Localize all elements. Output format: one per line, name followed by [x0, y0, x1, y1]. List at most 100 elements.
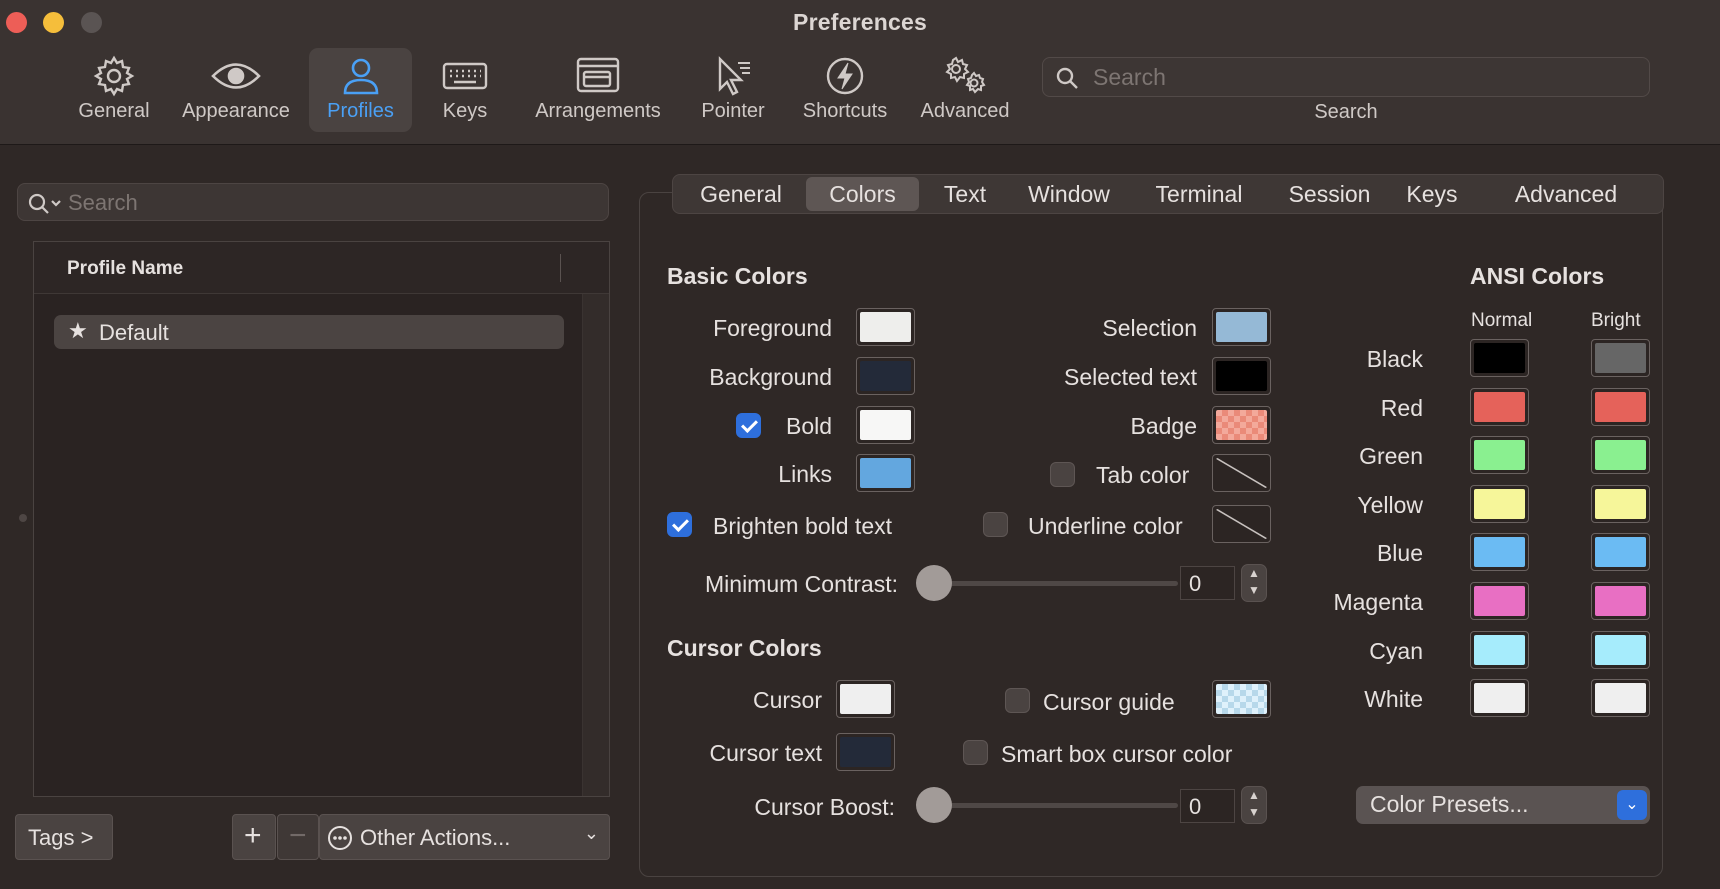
preferences-search-input[interactable]	[1093, 62, 1633, 92]
cursor-boost-label: Cursor Boost:	[754, 794, 895, 820]
ansi-green-bright-color-well[interactable]	[1591, 436, 1650, 474]
ansi-yellow-label: Yellow	[1357, 492, 1423, 518]
ansi-black-bright-color-well[interactable]	[1591, 339, 1650, 377]
smart-box-cursor-checkbox[interactable]	[963, 740, 988, 765]
ansi-white-bright-color-well[interactable]	[1591, 679, 1650, 717]
links-swatch	[860, 458, 911, 488]
underline-color-well[interactable]	[1212, 505, 1271, 543]
ansi-green-label: Green	[1359, 443, 1423, 469]
cursor-boost-slider[interactable]	[920, 803, 1178, 808]
toolbar-pointer[interactable]: Pointer	[693, 48, 773, 132]
ansi-cyan-label: Cyan	[1369, 638, 1423, 664]
tab-general[interactable]: General	[687, 177, 795, 211]
minus-icon: −	[289, 819, 307, 852]
cursor-boost-slider-knob[interactable]	[916, 787, 952, 823]
tab-color-checkbox[interactable]	[1050, 462, 1075, 487]
minimum-contrast-field[interactable]: 0	[1180, 566, 1235, 600]
basic-colors-heading: Basic Colors	[667, 263, 808, 289]
toolbar-general[interactable]: General	[70, 48, 158, 132]
ansi-black-normal-color-well[interactable]	[1470, 339, 1529, 377]
ansi-magenta-bright-color-well[interactable]	[1591, 582, 1650, 620]
ansi-yellow-bright-color-well[interactable]	[1591, 485, 1650, 523]
brighten-bold-checkbox[interactable]	[667, 512, 692, 537]
background-swatch	[860, 361, 911, 391]
cursor-boost-field[interactable]: 0	[1180, 789, 1235, 823]
profile-row-default[interactable]: ★ Default	[54, 315, 564, 349]
toolbar-advanced-label: Advanced	[920, 100, 1010, 122]
add-profile-button[interactable]: +	[232, 814, 276, 860]
toolbar-shortcuts[interactable]: Shortcuts	[795, 48, 895, 132]
minimum-contrast-slider[interactable]	[920, 581, 1178, 586]
ansi-blue-normal-swatch	[1474, 537, 1525, 567]
tab-color-well[interactable]	[1212, 454, 1271, 492]
ansi-blue-label: Blue	[1376, 540, 1423, 566]
column-header-profile-name[interactable]: Profile Name	[67, 258, 183, 280]
toolbar-appearance[interactable]: Appearance	[174, 48, 298, 132]
cursor-guide-checkbox[interactable]	[1005, 688, 1030, 713]
cursor-guide-color-well[interactable]	[1212, 680, 1271, 718]
selection-label: Selection	[1102, 315, 1197, 341]
windows-icon	[525, 55, 671, 97]
selection-swatch	[1216, 312, 1267, 342]
background-color-well[interactable]	[856, 357, 915, 395]
bold-label: Bold	[786, 413, 833, 439]
links-color-well[interactable]	[856, 454, 915, 492]
tab-advanced[interactable]: Advanced	[1481, 177, 1651, 211]
tab-terminal[interactable]: Terminal	[1134, 177, 1264, 211]
ansi-magenta-normal-color-well[interactable]	[1470, 582, 1529, 620]
bolt-icon	[795, 55, 895, 97]
ansi-white-normal-swatch	[1474, 683, 1525, 713]
profile-tabs: General Colors Text Window Terminal Sess…	[672, 174, 1664, 214]
toolbar-keys[interactable]: Keys	[428, 48, 502, 132]
remove-profile-button[interactable]: −	[277, 814, 319, 860]
ansi-red-bright-color-well[interactable]	[1591, 388, 1650, 426]
ansi-white-normal-color-well[interactable]	[1470, 679, 1529, 717]
tab-keys[interactable]: Keys	[1395, 177, 1469, 211]
tags-button-label: Tags >	[28, 825, 94, 850]
badge-color-well[interactable]	[1212, 406, 1271, 444]
split-view-handle[interactable]	[19, 514, 27, 522]
cursor-boost-stepper[interactable]: ▲ ▼	[1241, 786, 1267, 824]
selection-color-well[interactable]	[1212, 308, 1271, 346]
ansi-cyan-normal-swatch	[1474, 635, 1525, 665]
selected-text-color-well[interactable]	[1212, 357, 1271, 395]
chevron-down-icon: ⌄	[1617, 790, 1647, 820]
search-caption: Search	[1314, 101, 1378, 123]
other-actions-menu[interactable]: Other Actions... ⌄	[319, 814, 610, 860]
profile-search-input[interactable]	[68, 188, 588, 218]
column-divider	[560, 254, 561, 282]
toolbar-profiles[interactable]: Profiles	[309, 48, 412, 132]
tab-window[interactable]: Window	[1013, 177, 1125, 211]
tab-color-label: Tab color	[1096, 462, 1190, 488]
toolbar-arrangements[interactable]: Arrangements	[525, 48, 671, 132]
underline-color-checkbox[interactable]	[983, 512, 1008, 537]
minimum-contrast-stepper[interactable]: ▲ ▼	[1241, 564, 1267, 602]
ansi-yellow-normal-color-well[interactable]	[1470, 485, 1529, 523]
ansi-blue-normal-color-well[interactable]	[1470, 533, 1529, 571]
cursor-color-well[interactable]	[836, 680, 895, 718]
ansi-cyan-normal-color-well[interactable]	[1470, 631, 1529, 669]
person-icon	[309, 55, 412, 97]
ansi-cyan-bright-color-well[interactable]	[1591, 631, 1650, 669]
ansi-blue-bright-color-well[interactable]	[1591, 533, 1650, 571]
tab-colors[interactable]: Colors	[806, 177, 919, 211]
selected-text-label: Selected text	[1064, 364, 1197, 390]
toolbar-advanced[interactable]: Advanced	[912, 48, 1018, 132]
foreground-color-well[interactable]	[856, 308, 915, 346]
ansi-green-normal-color-well[interactable]	[1470, 436, 1529, 474]
preferences-search-field[interactable]	[1042, 57, 1650, 97]
keyboard-icon	[428, 55, 502, 97]
profile-table-scrollbar[interactable]	[582, 294, 609, 796]
bold-checkbox[interactable]	[736, 413, 761, 438]
cursor-guide-swatch	[1216, 684, 1267, 714]
cursor-text-color-well[interactable]	[836, 733, 895, 771]
bold-color-well[interactable]	[856, 406, 915, 444]
tab-text[interactable]: Text	[927, 177, 1003, 211]
minimum-contrast-slider-knob[interactable]	[916, 565, 952, 601]
tags-button[interactable]: Tags >	[15, 814, 113, 860]
ansi-red-normal-color-well[interactable]	[1470, 388, 1529, 426]
color-presets-popup[interactable]: Color Presets... ⌄	[1356, 786, 1650, 824]
tab-session[interactable]: Session	[1272, 177, 1387, 211]
profile-search-field[interactable]	[17, 183, 609, 221]
chevron-down-icon: ⌄	[583, 823, 599, 843]
